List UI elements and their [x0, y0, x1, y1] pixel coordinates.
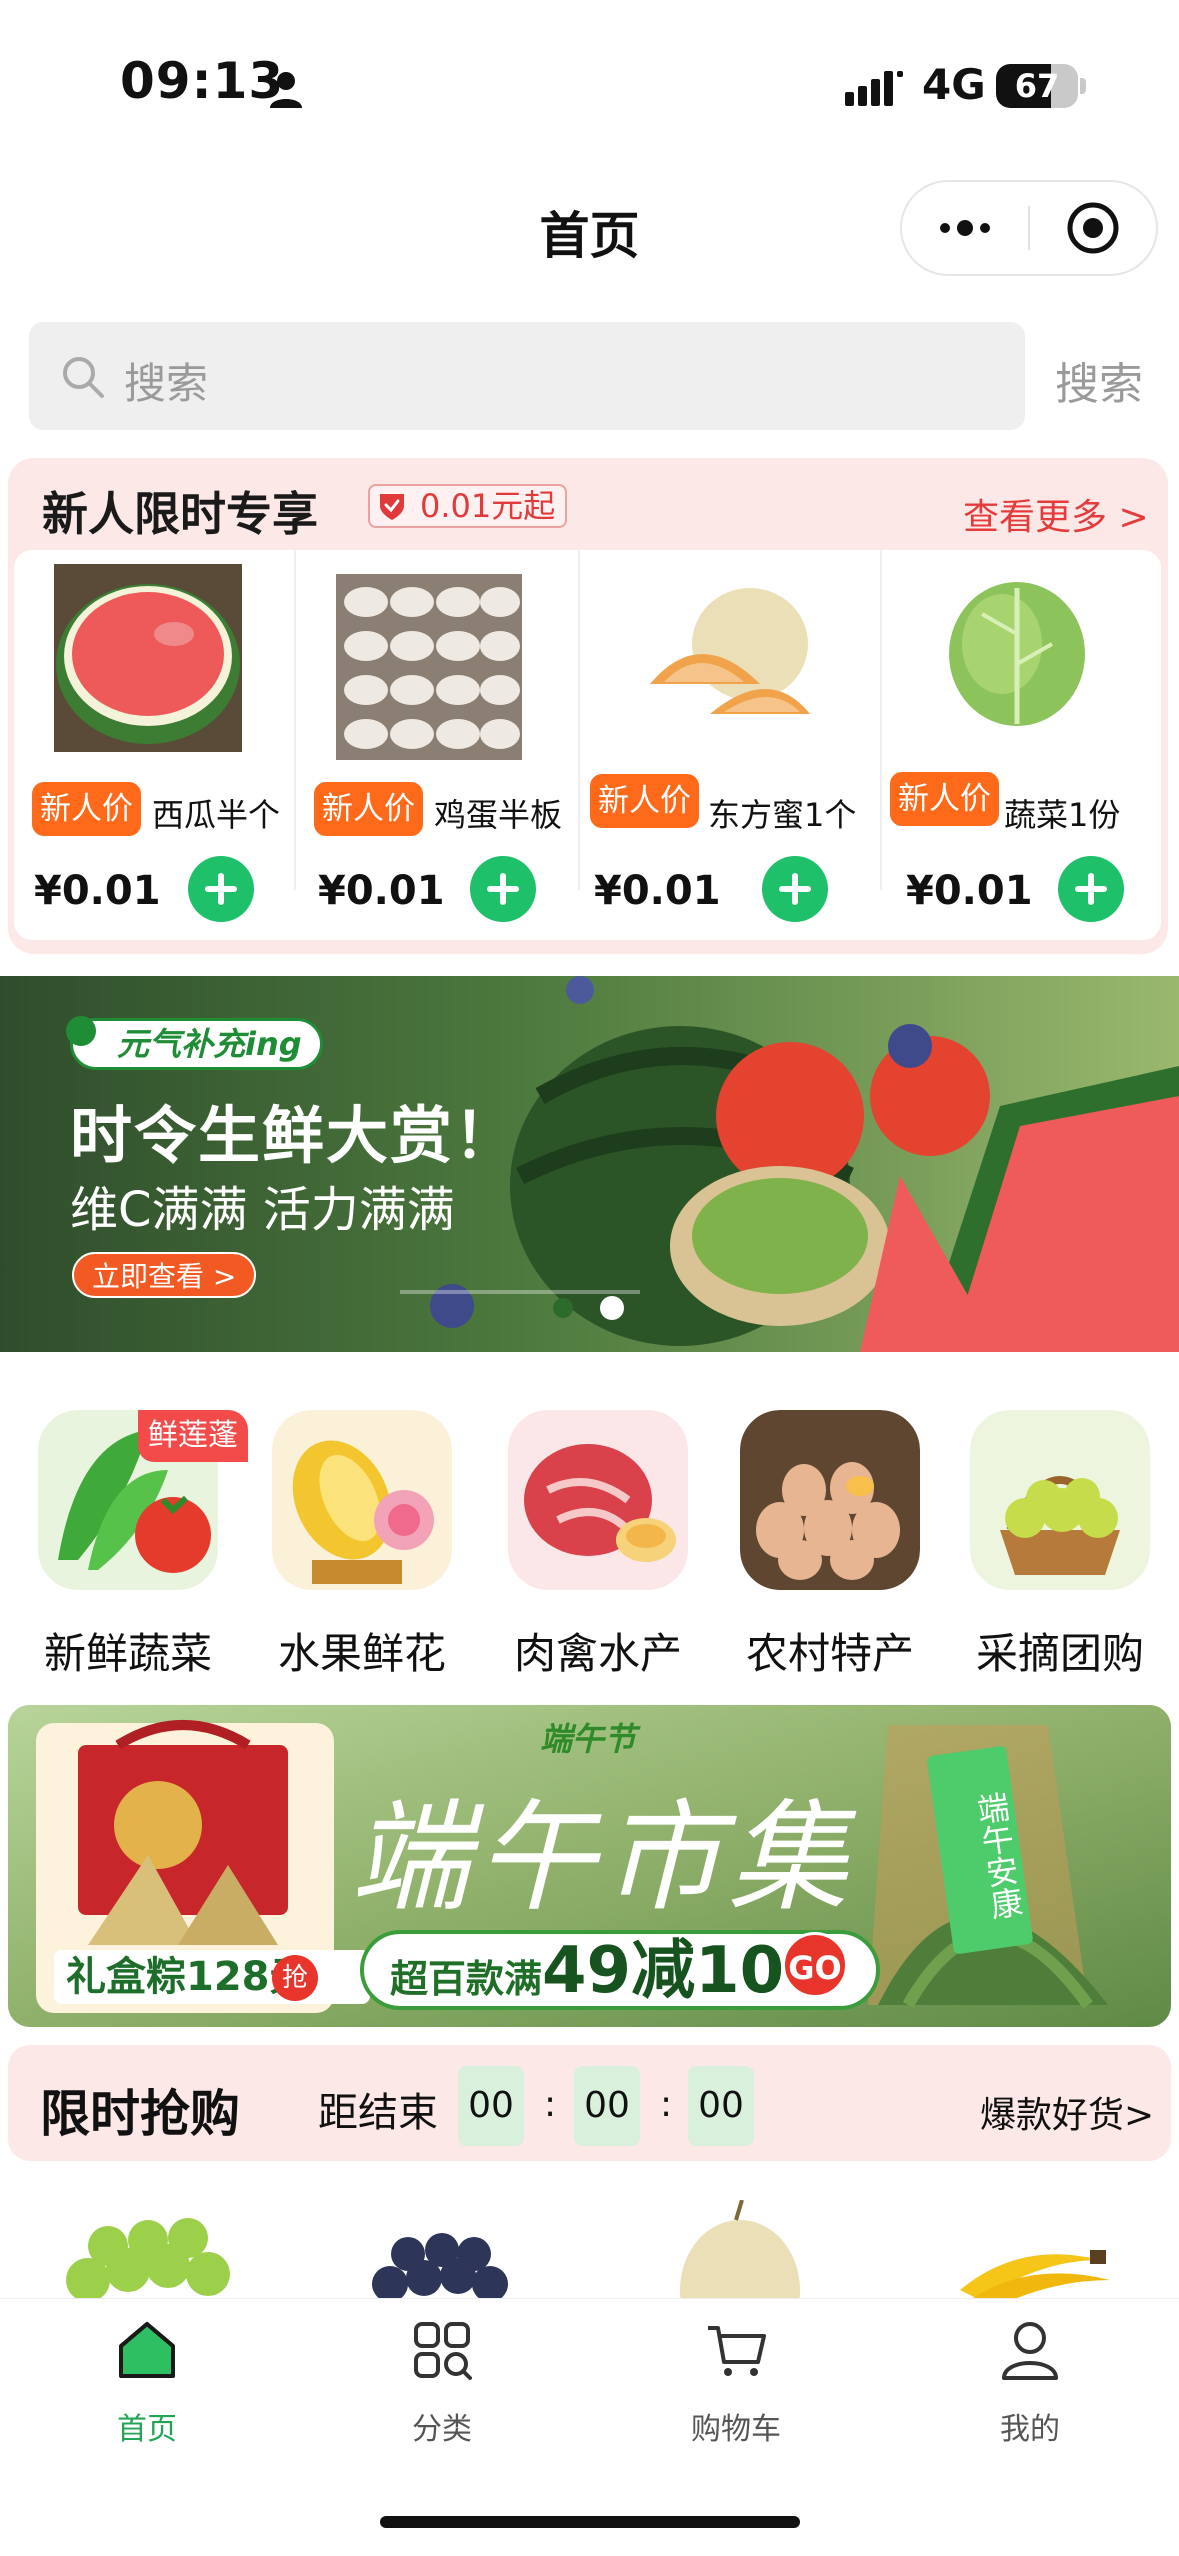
category-label: 新鲜蔬菜: [43, 1629, 212, 1678]
tab-home[interactable]: 首页: [47, 2318, 247, 2448]
tab-cart[interactable]: 购物车: [636, 2318, 836, 2448]
home-indicator: [380, 2516, 800, 2528]
eggs-image: [336, 574, 522, 760]
purple-grapes-image[interactable]: [360, 2200, 520, 2300]
fruits-flowers-icon: [272, 1410, 452, 1590]
tab-label: 分类: [412, 2412, 472, 2447]
tab-label: 我的: [1000, 2412, 1060, 2447]
category-label: 农村特产: [745, 1629, 914, 1678]
banner-subtitle: 维C满满 活力满满: [70, 1182, 455, 1238]
meat-seafood-icon: [508, 1410, 688, 1590]
melon-image: [650, 588, 810, 714]
tab-label: 购物车: [691, 2412, 781, 2447]
product-card[interactable]: 新人价 东方蜜1个 ¥0.01: [580, 550, 880, 922]
view-more-link[interactable]: 查看更多 >: [963, 488, 1149, 540]
search-icon: [63, 357, 104, 398]
new-user-price-tag: 新人价: [32, 782, 141, 836]
new-user-price-tag: 新人价: [890, 772, 999, 826]
countdown-label: 距结束: [318, 2090, 438, 2136]
deal-prefix: 超百款满: [390, 1957, 543, 2001]
tab-label: 首页: [117, 2412, 177, 2447]
green-grapes-image[interactable]: [58, 2200, 248, 2300]
signal-icon: [845, 71, 903, 106]
flash-sale-title: 限时抢购: [40, 2085, 240, 2143]
countdown-colon: :: [544, 2084, 557, 2125]
deal-text: 超百款满49减10: [390, 1936, 784, 2014]
battery-icon: 67: [996, 64, 1078, 108]
category-label: 水果鲜花: [277, 1629, 446, 1678]
product-price: ¥0.01: [34, 868, 161, 914]
new-user-price-tag: 新人价: [314, 782, 423, 836]
melon-peek-image[interactable]: [650, 2200, 810, 2300]
target-icon[interactable]: [1065, 200, 1121, 256]
category-label: 采摘团购: [975, 1629, 1144, 1678]
category-label: 肉禽水产: [513, 1629, 682, 1678]
search-button[interactable]: 搜索: [1055, 348, 1143, 412]
product-card[interactable]: 新人价 西瓜半个 ¥0.01: [14, 550, 294, 922]
product-name: 蔬菜1份: [1004, 796, 1121, 834]
category-badge: 鲜莲蓬: [138, 1410, 248, 1462]
battery-text: 67: [1014, 67, 1060, 105]
festival-title: 端午市集: [350, 1789, 854, 1928]
deal-main: 49减10: [542, 1934, 785, 2008]
add-to-cart-button[interactable]: [762, 856, 828, 922]
hot-deals-link[interactable]: 爆款好货>: [980, 2086, 1154, 2138]
network-label: 4G: [922, 60, 986, 109]
product-card[interactable]: 新人价 蔬菜1份 ¥0.01: [882, 550, 1161, 922]
banner-tag: 元气补充ing: [70, 1018, 323, 1070]
new-user-price-tag: 新人价: [590, 774, 699, 828]
new-user-product-row: 新人价 西瓜半个 ¥0.01 新人价 鸡蛋半板 ¥0.01 新人价 东方蜜1个 …: [14, 550, 1161, 940]
gift-box-label: 礼盒粽128元: [54, 1950, 370, 2004]
leaf-badge-icon: [66, 1016, 96, 1046]
search-placeholder: 搜索: [124, 359, 209, 408]
product-name: 西瓜半个: [152, 796, 281, 834]
cart-icon: [708, 2326, 766, 2376]
watermelon-image: [54, 564, 242, 752]
countdown-colon: :: [660, 2084, 673, 2125]
more-dots-icon[interactable]: [935, 210, 995, 246]
countdown-hours: 00: [458, 2066, 524, 2146]
add-to-cart-button[interactable]: [1058, 856, 1124, 922]
banana-image[interactable]: [950, 2200, 1120, 2300]
tab-category[interactable]: 分类: [342, 2318, 542, 2448]
carousel-dot[interactable]: [553, 1298, 573, 1318]
new-user-title: 新人限时专享: [42, 487, 318, 541]
home-icon: [119, 2322, 175, 2378]
tab-profile[interactable]: 我的: [930, 2318, 1130, 2448]
carousel-track: [400, 1290, 640, 1294]
product-card[interactable]: 新人价 鸡蛋半板 ¥0.01: [296, 550, 578, 922]
cabbage-image: [949, 582, 1085, 726]
status-time: 09:13: [120, 52, 285, 110]
product-price: ¥0.01: [318, 868, 445, 914]
countdown-seconds: 00: [688, 2066, 754, 2146]
capsule-divider: [1028, 206, 1030, 250]
product-price: ¥0.01: [906, 868, 1033, 914]
farm-products-icon: [740, 1410, 920, 1590]
battery-nub: [1080, 78, 1086, 94]
countdown-minutes: 00: [574, 2066, 640, 2146]
add-to-cart-button[interactable]: [188, 856, 254, 922]
add-to-cart-button[interactable]: [470, 856, 536, 922]
banner-title: 时令生鲜大赏！: [70, 1099, 519, 1172]
banner-view-button[interactable]: 立即查看 >: [72, 1252, 257, 1298]
picking-group-buy-icon: [970, 1410, 1150, 1590]
product-name: 鸡蛋半板: [434, 796, 563, 834]
festival-small-label: 端午节: [540, 1720, 637, 1758]
go-button[interactable]: GO: [782, 1932, 848, 1998]
person-icon: [270, 72, 302, 108]
home-page: 09:13 4G 67 首页 搜索 搜索 新人限时专享 0.01元起 查看更多 …: [0, 0, 1179, 2556]
grab-badge[interactable]: 抢: [272, 1955, 318, 2001]
shield-check-icon: [380, 494, 404, 520]
product-name: 东方蜜1个: [708, 796, 857, 834]
category-icon: [414, 2322, 472, 2380]
user-icon: [1002, 2322, 1058, 2380]
product-price: ¥0.01: [594, 868, 721, 914]
carousel-dot-active[interactable]: [600, 1296, 624, 1320]
